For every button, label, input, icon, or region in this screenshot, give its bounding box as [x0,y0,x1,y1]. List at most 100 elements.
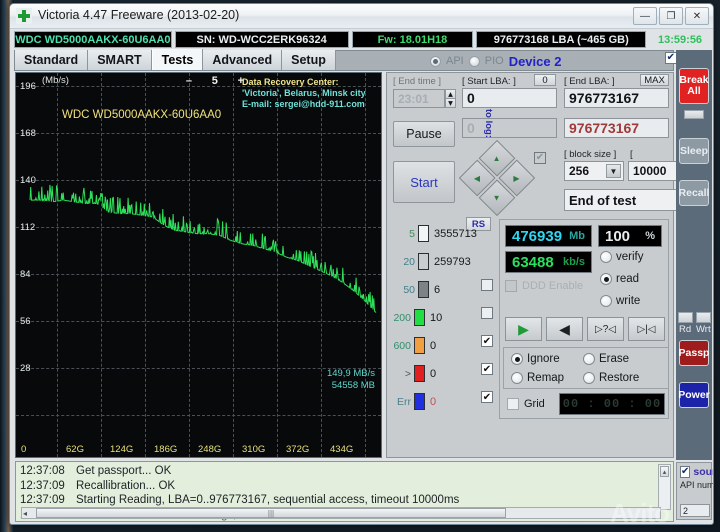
log-checkbox-err[interactable]: ✔ [481,391,493,403]
control-panel: [ End time ] 23:01 ▴ ▾ [ Start LBA: ] 0 … [386,72,674,458]
mode-read[interactable]: read [600,273,639,285]
wrt-indicator [696,312,711,323]
minimize-button[interactable]: — [633,7,657,25]
drive-firmware: Fw: 18.01H18 [352,31,474,48]
erase-radio[interactable] [583,353,595,365]
drive-info-row: WDC WD5000AAKX-60U6AA0 SN: WD-WCC2ERK963… [14,31,711,48]
log-checkbox-200[interactable] [481,307,493,319]
hints-checkbox[interactable]: ✔ [665,52,677,64]
seek-end-button[interactable]: ▷|◁ [628,317,665,341]
sound-label: sound [693,466,714,478]
mode-verify[interactable]: verify [600,251,643,263]
victoria-window: Victoria 4.47 Freeware (2013-02-20) — ❐ … [9,3,714,525]
remap-radio[interactable] [511,372,523,384]
log-line: 12:37:09Recallibration... OK [20,479,669,494]
stat-count: 0 [430,396,436,408]
maximize-button[interactable]: ❐ [659,7,683,25]
write-radio[interactable] [600,295,612,307]
start-lba-input[interactable]: 0 [462,88,557,108]
timeout-value: 10000 [633,164,666,178]
start-button[interactable]: Start [393,161,455,203]
chevron-down-icon[interactable]: ▼ [606,164,621,178]
speed-readout: 63488 kb/s [505,251,592,273]
passport-button[interactable]: Passp [679,340,709,366]
log-horizontal-scrollbar[interactable]: ◂ ||| [21,507,661,519]
log-checkbox-600[interactable]: ✔ [481,335,493,347]
scroll-left-icon[interactable]: ◂ [23,509,27,518]
end-time-value[interactable]: 23:01 [393,89,445,108]
pio-radio[interactable] [469,56,480,67]
break-all-button[interactable]: Break All [679,68,709,104]
back-button[interactable]: ◀ [546,317,583,341]
ignore-radio[interactable] [511,353,523,365]
sound-toggle[interactable]: ✔ sound [680,466,708,478]
block-size-value: 256 [569,164,589,178]
mode-write[interactable]: write [600,295,640,307]
wrt-label: Wrt [696,324,711,335]
block-size-combo[interactable]: 256 ▼ [564,161,624,181]
action-remap[interactable]: Remap [511,372,564,384]
log-checkbox-50[interactable] [481,279,493,291]
drive-serial: SN: WD-WCC2ERK96324 [175,31,349,48]
pause-button[interactable]: Pause [393,121,455,147]
tab-advanced[interactable]: Advanced [203,50,282,70]
sound-checkbox[interactable]: ✔ [680,466,690,478]
verify-radio[interactable] [600,251,612,263]
stat-count: 3555713 [434,228,477,240]
title-bar: Victoria 4.47 Freeware (2013-02-20) — ❐ … [10,4,713,29]
stat-threshold: 5 [393,228,415,240]
device-label: Device 2 [509,54,562,69]
stat-row-err: Err 0 [389,393,436,410]
log-vertical-scrollbar[interactable]: ▴ [658,464,671,510]
api-number-input[interactable]: 2 [680,504,710,517]
tab-tests[interactable]: Tests [152,49,204,70]
tab-setup[interactable]: Setup [282,50,336,70]
log-checkbox-over[interactable]: ✔ [481,363,493,375]
ddd-enable-row[interactable]: DDD Enable [505,280,583,292]
grid-checkbox[interactable] [507,398,519,410]
interface-selector: API PIO Device 2 [430,51,680,71]
stat-row-5: 5 3555713 [393,225,477,242]
action-ignore[interactable]: Ignore [511,353,560,365]
action-erase[interactable]: Erase [583,353,629,365]
stat-swatch [418,225,429,242]
sleep-button[interactable]: Sleep [679,138,709,164]
stat-swatch [414,365,425,382]
end-lba-max-button[interactable]: MAX [640,74,669,86]
recall-button[interactable]: Recall [679,180,709,206]
tab-smart[interactable]: SMART [88,50,151,70]
sound-panel: ✔ sound API number 2 [676,462,712,520]
start-lba-zero-button[interactable]: 0 [534,74,556,86]
read-label: read [616,273,639,285]
power-button[interactable]: Power [679,382,709,408]
start-lba-secondary: 0 [462,118,557,138]
restore-radio[interactable] [583,372,595,384]
scroll-thumb[interactable]: ||| [36,508,506,518]
navigation-pad[interactable]: ▲ ▶ ◀ ▼ [459,140,535,216]
grid-toggle[interactable]: Grid [507,398,545,410]
pio-label: PIO [485,55,504,67]
nav-loop-checkbox[interactable]: ✔ [534,152,546,164]
stat-swatch-error-icon [414,393,425,410]
end-time-down-spinner[interactable]: ▾ [445,98,456,108]
ignore-label: Ignore [527,353,560,365]
stat-threshold: 50 [393,284,415,296]
read-radio[interactable] [600,273,612,285]
speed-graph[interactable]: 196 (Mb/s) 168 140 112 84 56 28 0 62G 12… [15,72,382,458]
log-panel[interactable]: 12:37:08Get passport... OK 12:37:09Recal… [15,461,674,522]
end-of-test-value: End of test [569,193,636,208]
end-lba-input[interactable]: 976773167 [564,88,669,108]
stat-row-50: 50 6 [393,281,440,298]
ddd-enable-checkbox[interactable] [505,280,517,292]
play-button[interactable]: ▶ [505,317,542,341]
log-time: 12:37:08 [20,464,76,479]
scroll-up-icon[interactable]: ▴ [660,466,669,477]
action-restore[interactable]: Restore [583,372,639,384]
percent-value: 100 [605,228,630,245]
end-of-test-combo[interactable]: End of test ▼ [564,189,694,211]
seek-unknown-button[interactable]: ▷?◁ [587,317,624,341]
speed-trace [16,73,383,459]
tab-standard[interactable]: Standard [15,50,88,70]
close-button[interactable]: ✕ [685,7,709,25]
api-radio[interactable] [430,56,441,67]
